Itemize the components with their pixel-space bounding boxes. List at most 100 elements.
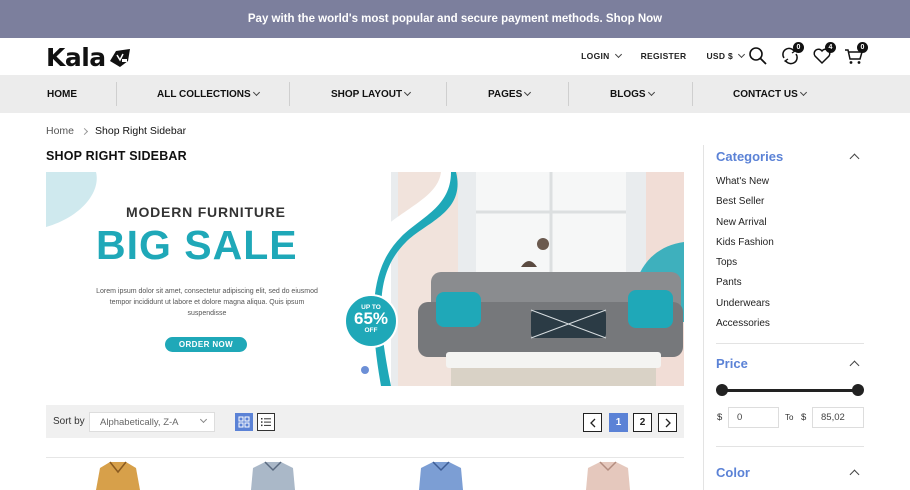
main-nav: HOME ALL COLLECTIONS SHOP LAYOUT PAGES B…	[0, 75, 910, 113]
price-max-input[interactable]: 85,02	[812, 407, 864, 428]
categories-heading[interactable]: Categories	[716, 149, 783, 164]
banner-description: Lorem ipsum dolor sit amet, consectetur …	[96, 288, 318, 317]
cart-button[interactable]: 0	[844, 42, 868, 66]
nav-label: PAGES	[488, 88, 523, 100]
product-image[interactable]	[580, 460, 636, 490]
sale-banner[interactable]: MODERN FURNITURE BIG SALE Lorem ipsum do…	[46, 172, 684, 386]
product-image[interactable]	[90, 460, 146, 490]
price-slider-track[interactable]	[720, 389, 860, 392]
discount-badge: UP TO 65% OFF	[344, 294, 398, 348]
list-icon	[261, 418, 271, 427]
nav-label: HOME	[47, 88, 77, 100]
grid-view-button[interactable]	[235, 413, 253, 431]
site-header: Kala LOGIN REGISTER USD $ 0 4 0	[0, 38, 910, 75]
product-toolbar: Sort by Alphabetically, Z-A 1 2	[46, 405, 684, 438]
nav-divider	[692, 82, 693, 106]
sidebar-divider	[703, 145, 704, 490]
category-item[interactable]: Pants	[716, 276, 774, 296]
promo-text[interactable]: Pay with the world's most popular and se…	[248, 13, 662, 25]
chevron-down-icon	[737, 50, 746, 59]
discount-bottom-label: OFF	[364, 327, 378, 334]
chevron-up-icon[interactable]	[849, 153, 860, 164]
price-min-input[interactable]: 0	[728, 407, 779, 428]
product-grid-divider	[46, 457, 684, 458]
price-min-currency: $	[717, 412, 723, 423]
page-button-2[interactable]: 2	[633, 413, 652, 432]
price-heading[interactable]: Price	[716, 356, 748, 371]
price-slider-max-handle[interactable]	[852, 384, 864, 396]
product-image[interactable]	[245, 460, 301, 490]
nav-label: ALL COLLECTIONS	[157, 88, 251, 100]
nav-item-home[interactable]: HOME	[47, 75, 77, 113]
price-max-currency: $	[801, 412, 807, 423]
category-list: What's New Best Seller New Arrival Kids …	[716, 175, 774, 337]
next-page-button[interactable]	[658, 413, 677, 432]
nav-item-contact-us[interactable]: CONTACT US	[733, 75, 807, 113]
price-to-label: To	[785, 413, 794, 422]
nav-item-blogs[interactable]: BLOGS	[610, 75, 655, 113]
prev-page-button[interactable]	[583, 413, 602, 432]
logo-text: Kala	[46, 43, 106, 72]
chevron-down-icon	[614, 50, 622, 59]
price-slider-min-handle[interactable]	[716, 384, 728, 396]
wishlist-count-badge: 4	[825, 42, 836, 53]
category-item[interactable]: New Arrival	[716, 216, 774, 236]
chevron-right-icon	[80, 127, 89, 135]
nav-divider	[289, 82, 290, 106]
chevron-down-icon	[199, 415, 208, 424]
currency-selector[interactable]: USD $	[706, 50, 746, 61]
chevron-down-icon	[647, 88, 655, 97]
cart-count-badge: 0	[857, 42, 868, 53]
breadcrumb-home-link[interactable]: Home	[46, 125, 74, 137]
nav-item-shop-layout[interactable]: SHOP LAYOUT	[331, 75, 412, 113]
sort-label: Sort by	[53, 416, 85, 427]
page-title: SHOP RIGHT SIDEBAR	[46, 149, 187, 163]
chevron-up-icon[interactable]	[849, 360, 860, 371]
chevron-down-icon	[404, 88, 412, 97]
site-logo[interactable]: Kala	[46, 43, 132, 72]
nav-label: SHOP LAYOUT	[331, 88, 403, 100]
nav-item-pages[interactable]: PAGES	[488, 75, 532, 113]
sort-select[interactable]: Alphabetically, Z-A	[89, 412, 215, 432]
chevron-right-icon	[665, 418, 671, 427]
nav-divider	[116, 82, 117, 106]
category-item[interactable]: Tops	[716, 256, 774, 276]
header-icons: 0 4 0	[748, 42, 868, 66]
category-item[interactable]: Underwears	[716, 297, 774, 317]
banner-title: BIG SALE	[96, 222, 298, 268]
category-item[interactable]: Accessories	[716, 317, 774, 337]
header-links: LOGIN REGISTER USD $	[581, 50, 746, 61]
order-now-button[interactable]: ORDER NOW	[165, 337, 247, 352]
logo-mark-icon	[109, 48, 130, 67]
chevron-down-icon	[252, 88, 260, 97]
grid-icon	[238, 416, 250, 428]
chevron-down-icon	[799, 88, 807, 97]
category-item[interactable]: Best Seller	[716, 195, 774, 215]
page-button-1[interactable]: 1	[609, 413, 628, 432]
sidebar-section-divider	[716, 343, 864, 344]
category-item[interactable]: Kids Fashion	[716, 236, 774, 256]
chevron-up-icon[interactable]	[849, 469, 860, 480]
nav-label: BLOGS	[610, 88, 646, 100]
compare-count-badge: 0	[793, 42, 804, 53]
wishlist-button[interactable]: 4	[812, 42, 836, 66]
category-item[interactable]: What's New	[716, 175, 774, 195]
search-button[interactable]	[748, 46, 768, 66]
product-image[interactable]	[413, 460, 469, 490]
login-link[interactable]: LOGIN	[581, 50, 622, 61]
slider-dot[interactable]	[361, 366, 369, 374]
search-icon	[749, 47, 767, 65]
color-heading[interactable]: Color	[716, 465, 750, 480]
promo-bar[interactable]: Pay with the world's most popular and se…	[0, 0, 910, 38]
nav-item-all-collections[interactable]: ALL COLLECTIONS	[157, 75, 260, 113]
chevron-left-icon	[589, 418, 595, 427]
breadcrumb-current: Shop Right Sidebar	[95, 125, 187, 137]
compare-button[interactable]: 0	[780, 42, 804, 66]
sidebar-section-divider	[716, 446, 864, 447]
list-view-button[interactable]	[257, 413, 275, 431]
login-label: LOGIN	[581, 51, 610, 61]
nav-divider	[568, 82, 569, 106]
discount-value: 65%	[353, 309, 389, 328]
register-link[interactable]: REGISTER	[641, 51, 687, 61]
sort-selected-value: Alphabetically, Z-A	[100, 417, 179, 428]
